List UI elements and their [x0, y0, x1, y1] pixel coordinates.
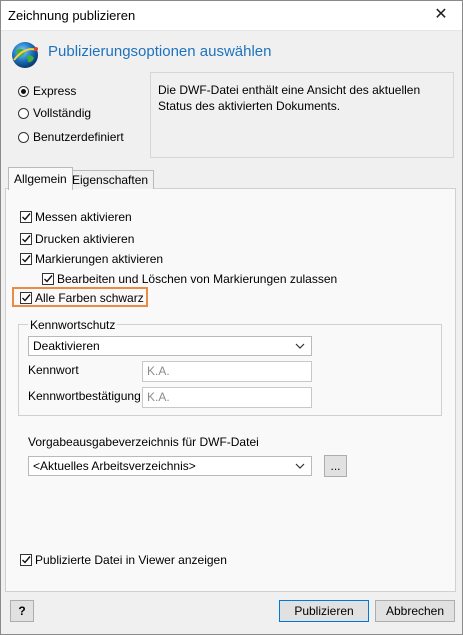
window-title: Zeichnung publizieren — [8, 8, 136, 23]
radio-label: Benutzerdefiniert — [33, 130, 124, 144]
radio-express[interactable]: Express — [18, 84, 76, 98]
checkbox-allow-edit-delete-markups[interactable]: Bearbeiten und Löschen von Markierungen … — [42, 272, 337, 286]
output-dir-select[interactable]: <Aktuelles Arbeitsverzeichnis> — [28, 456, 312, 476]
checkbox-box — [20, 554, 32, 566]
browse-button[interactable]: ... — [324, 455, 347, 477]
checkbox-label: Drucken aktivieren — [35, 232, 135, 246]
checkbox-enable-measure[interactable]: Messen aktivieren — [20, 210, 132, 224]
chevron-down-icon — [295, 343, 305, 349]
password-label: Kennwort — [28, 363, 79, 377]
checkbox-box — [20, 253, 32, 265]
password-group-label: Kennwortschutz — [28, 318, 118, 332]
tab-properties[interactable]: Eigenschaften — [66, 170, 155, 189]
globe-icon — [10, 40, 40, 70]
radio-indicator — [18, 131, 29, 143]
radio-indicator — [18, 107, 29, 119]
checkbox-box — [42, 273, 54, 285]
password-mode-value: Deaktivieren — [33, 339, 100, 353]
help-icon[interactable]: ? — [10, 600, 34, 622]
checkbox-enable-markups[interactable]: Markierungen aktivieren — [20, 252, 163, 266]
password-confirm-field[interactable]: K.A. — [142, 387, 312, 408]
output-dir-value: <Aktuelles Arbeitsverzeichnis> — [33, 459, 196, 473]
radio-label: Vollständig — [33, 106, 92, 120]
checkbox-enable-print[interactable]: Drucken aktivieren — [20, 232, 134, 246]
checkbox-box — [20, 233, 32, 245]
chevron-down-icon — [295, 463, 305, 469]
close-icon[interactable]: ✕ — [429, 4, 453, 26]
checkbox-box — [20, 211, 32, 223]
password-field[interactable]: K.A. — [142, 361, 312, 382]
checkbox-label: Messen aktivieren — [35, 210, 132, 224]
checkbox-show-in-viewer[interactable]: Publizierte Datei in Viewer anzeigen — [20, 553, 227, 567]
highlight-box — [12, 287, 148, 307]
password-mode-select[interactable]: Deaktivieren — [28, 336, 312, 356]
radio-full[interactable]: Vollständig — [18, 106, 91, 120]
output-dir-label: Vorgabeausgabeverzeichnis für DWF-Datei — [28, 435, 259, 449]
title-bar: Zeichnung publizieren ✕ — [0, 0, 463, 31]
header-title: Publizierungsoptionen auswählen — [48, 43, 272, 60]
checkbox-label: Markierungen aktivieren — [35, 252, 164, 266]
description-box: Die DWF-Datei enthält eine Ansicht des a… — [150, 72, 454, 158]
radio-label: Express — [33, 84, 77, 98]
cancel-button[interactable]: Abbrechen — [375, 600, 455, 622]
checkbox-label: Publizierte Datei in Viewer anzeigen — [35, 553, 227, 567]
radio-indicator — [18, 85, 29, 97]
checkbox-label: Bearbeiten und Löschen von Markierungen … — [57, 272, 338, 286]
publish-button[interactable]: Publizieren — [279, 600, 369, 622]
tab-general[interactable]: Allgemein — [8, 167, 73, 190]
radio-custom[interactable]: Benutzerdefiniert — [18, 130, 124, 144]
password-confirm-label: Kennwortbestätigung — [28, 389, 141, 403]
